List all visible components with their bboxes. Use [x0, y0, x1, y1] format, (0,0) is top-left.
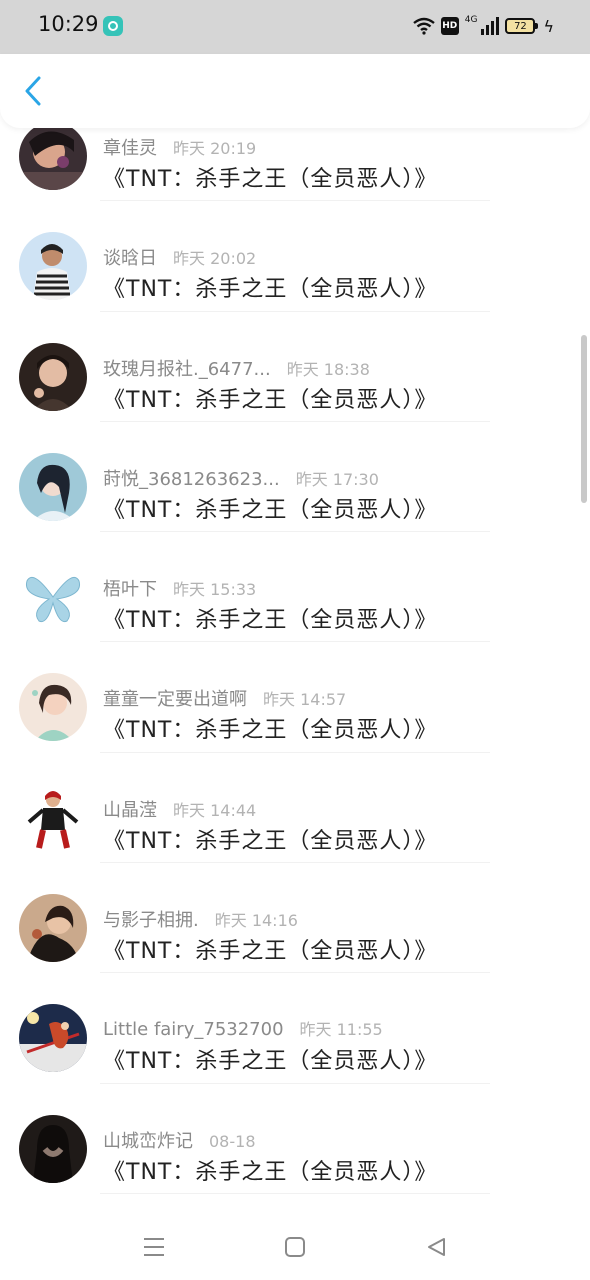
- menu-icon: [144, 1238, 164, 1256]
- status-bar: 10:29 HD 4G 72 ϟ: [0, 0, 590, 54]
- name-row: 莳悦_3681263623... 昨天 17:30: [103, 465, 379, 491]
- username[interactable]: 童童一定要出道啊: [103, 685, 247, 711]
- message-text[interactable]: 《TNT：杀手之王（全员恶人）》: [103, 933, 437, 965]
- message-text[interactable]: 《TNT：杀手之王（全员恶人）》: [103, 1154, 437, 1186]
- avatar[interactable]: [19, 563, 87, 632]
- avatar[interactable]: [19, 1114, 87, 1183]
- timestamp: 昨天 18:38: [286, 359, 370, 379]
- timestamp: 08-18: [209, 1131, 256, 1151]
- list-item[interactable]: 山城峦炸记 08-18 《TNT：杀手之王（全员恶人）》: [0, 1084, 590, 1194]
- signal-icon: [481, 17, 500, 35]
- avatar[interactable]: [19, 1004, 87, 1073]
- system-back-button[interactable]: [421, 1232, 451, 1262]
- name-row: Little fairy_7532700 昨天 11:55: [103, 1016, 383, 1040]
- back-button[interactable]: [18, 74, 48, 108]
- name-row: 山城峦炸记 08-18: [103, 1127, 256, 1153]
- username[interactable]: 玫瑰月报社._6477...: [103, 355, 271, 381]
- username[interactable]: 莳悦_3681263623...: [103, 465, 280, 491]
- message-text[interactable]: 《TNT：杀手之王（全员恶人）》: [103, 823, 437, 855]
- list-item[interactable]: 山晶滢 昨天 14:44 《TNT：杀手之王（全员恶人）》: [0, 753, 590, 864]
- comment-list[interactable]: 章佳灵 昨天 20:19 《TNT：杀手之王（全员恶人）》 谈晗日 昨天 20:02 《T…: [0, 128, 590, 1214]
- name-row: 谈晗日 昨天 20:02: [103, 244, 256, 270]
- avatar[interactable]: [19, 894, 87, 963]
- system-nav-bar: [0, 1214, 590, 1280]
- message-text[interactable]: 《TNT：杀手之王（全员恶人）》: [103, 161, 437, 193]
- network-type: 4G: [464, 15, 478, 25]
- timestamp: 昨天 14:16: [214, 911, 298, 931]
- status-icons: HD 4G 72 ϟ: [412, 14, 554, 38]
- list-item[interactable]: 玫瑰月报社._6477... 昨天 18:38 《TNT：杀手之王（全员恶人）》: [0, 312, 590, 422]
- battery-level: 72: [514, 20, 527, 32]
- battery-icon: 72: [505, 18, 539, 34]
- username[interactable]: 谈晗日: [103, 244, 157, 270]
- name-row: 山晶滢 昨天 14:44: [103, 796, 256, 822]
- avatar[interactable]: [19, 673, 87, 742]
- avatar[interactable]: [19, 783, 87, 852]
- chat-app-notification-icon: [103, 16, 123, 36]
- avatar[interactable]: [19, 128, 87, 190]
- username[interactable]: 山城峦炸记: [103, 1127, 193, 1153]
- username[interactable]: 山晶滢: [103, 796, 157, 822]
- list-item[interactable]: 莳悦_3681263623... 昨天 17:30 《TNT：杀手之王（全员恶人）》: [0, 422, 590, 533]
- charging-icon: ϟ: [543, 16, 554, 36]
- name-row: 玫瑰月报社._6477... 昨天 18:38: [103, 355, 370, 381]
- list-item[interactable]: 童童一定要出道啊 昨天 14:57 《TNT：杀手之王（全员恶人）》: [0, 642, 590, 753]
- message-text[interactable]: 《TNT：杀手之王（全员恶人）》: [103, 1043, 437, 1075]
- home-button[interactable]: [280, 1232, 310, 1262]
- message-text[interactable]: 《TNT：杀手之王（全员恶人）》: [103, 492, 437, 524]
- home-square-icon: [285, 1237, 305, 1257]
- message-text[interactable]: 《TNT：杀手之王（全员恶人）》: [103, 271, 437, 303]
- name-row: 梧叶下 昨天 15:33: [103, 575, 256, 601]
- username[interactable]: 与影子相拥.: [103, 906, 199, 932]
- chevron-left-icon: [25, 76, 41, 106]
- name-row: 章佳灵 昨天 20:19: [103, 134, 256, 160]
- back-triangle-icon: [428, 1238, 445, 1256]
- message-text[interactable]: 《TNT：杀手之王（全员恶人）》: [103, 382, 437, 414]
- status-time: 10:29: [38, 12, 99, 36]
- list-item[interactable]: Little fairy_7532700 昨天 11:55 《TNT：杀手之王（全员…: [0, 973, 590, 1084]
- message-text[interactable]: 《TNT：杀手之王（全员恶人）》: [103, 602, 437, 634]
- name-row: 童童一定要出道啊 昨天 14:57: [103, 685, 346, 711]
- timestamp: 昨天 11:55: [299, 1020, 383, 1040]
- app-header: [0, 54, 590, 128]
- timestamp: 昨天 14:57: [263, 690, 347, 710]
- name-row: 与影子相拥. 昨天 14:16: [103, 906, 298, 932]
- username[interactable]: Little fairy_7532700: [103, 1019, 284, 1040]
- timestamp: 昨天 14:44: [173, 800, 257, 820]
- hd-badge: HD: [440, 17, 459, 35]
- list-item[interactable]: 与影子相拥. 昨天 14:16 《TNT：杀手之王（全员恶人）》: [0, 863, 590, 974]
- wifi-icon: [412, 17, 435, 35]
- divider: [100, 1192, 490, 1194]
- list-item[interactable]: 梧叶下 昨天 15:33 《TNT：杀手之王（全员恶人）》: [0, 532, 590, 643]
- timestamp: 昨天 20:19: [173, 139, 257, 158]
- timestamp: 昨天 20:02: [173, 249, 257, 269]
- scrollbar[interactable]: [581, 335, 587, 503]
- list-item[interactable]: 谈晗日 昨天 20:02 《TNT：杀手之王（全员恶人）》: [0, 201, 590, 312]
- list-item[interactable]: 章佳灵 昨天 20:19 《TNT：杀手之王（全员恶人）》: [0, 128, 590, 202]
- username[interactable]: 章佳灵: [103, 134, 157, 160]
- menu-button[interactable]: [139, 1232, 169, 1262]
- message-text[interactable]: 《TNT：杀手之王（全员恶人）》: [103, 712, 437, 744]
- timestamp: 昨天 15:33: [173, 580, 257, 600]
- avatar[interactable]: [19, 232, 87, 301]
- avatar[interactable]: [19, 342, 87, 411]
- avatar[interactable]: [19, 452, 87, 521]
- username[interactable]: 梧叶下: [103, 575, 157, 601]
- timestamp: 昨天 17:30: [295, 469, 379, 489]
